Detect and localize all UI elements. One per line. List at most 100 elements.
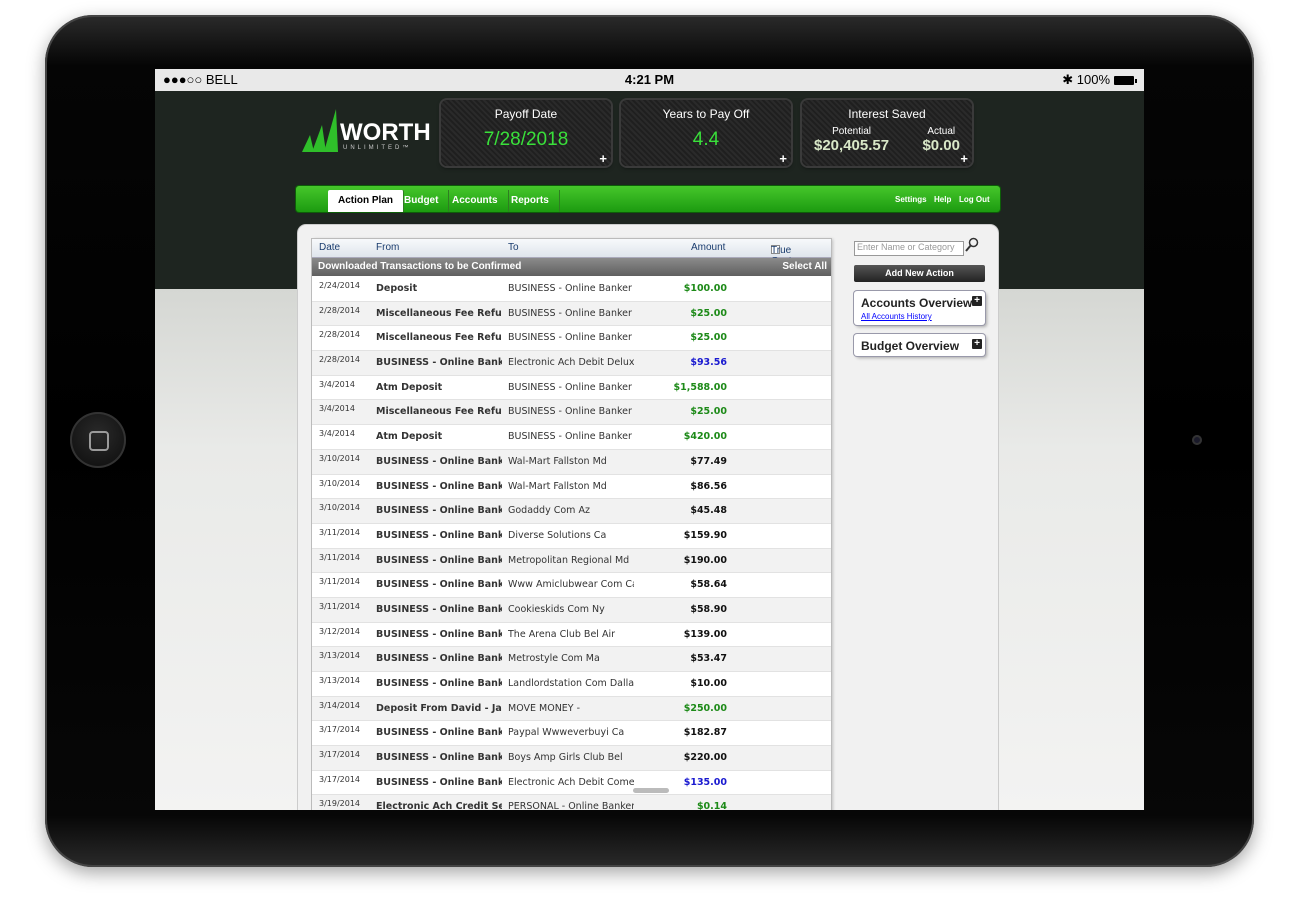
settings-link[interactable]: Settings <box>895 195 927 204</box>
row-from: BUSINESS - Online Banker <box>376 653 502 665</box>
row-amount: $58.64 <box>690 579 727 591</box>
scroll-indicator[interactable] <box>633 788 669 793</box>
row-from: BUSINESS - Online Banker <box>376 678 502 689</box>
home-button[interactable] <box>70 412 126 468</box>
logo-mark-icon <box>302 109 338 152</box>
row-from: BUSINESS - Online Banker <box>376 752 502 764</box>
logout-link[interactable]: Log Out <box>959 195 990 204</box>
actual-label: Actual <box>927 126 956 137</box>
row-date: 3/11/2014 <box>319 577 361 587</box>
search-input[interactable]: Enter Name or Category <box>854 241 964 256</box>
row-date: 3/17/2014 <box>319 774 361 784</box>
row-date: 3/11/2014 <box>319 552 361 562</box>
row-from: BUSINESS - Online Banker <box>376 603 502 615</box>
row-date: 3/12/2014 <box>319 626 361 636</box>
worth-logo[interactable]: WORTH UNLIMITED™ <box>300 107 440 157</box>
bluetooth-icon: ✱ <box>1062 72 1077 87</box>
table-row[interactable]: 3/10/2014 BUSINESS - Online Banker Wal-Mar… <box>312 475 831 500</box>
camera-icon <box>1192 435 1202 445</box>
table-row[interactable]: 3/4/2014 Atm Deposit BUSINESS - Online Ban… <box>312 376 831 401</box>
table-row[interactable]: 3/12/2014 BUSINESS - Online Banker The Are… <box>312 623 831 648</box>
actual-block: Actual $0.00 <box>922 126 960 154</box>
row-amount: $0.14 <box>696 801 727 810</box>
row-to: Landlordstation Com Dallas <box>508 678 634 689</box>
header-to[interactable]: To <box>508 242 519 253</box>
table-row[interactable]: 3/4/2014 Atm Deposit BUSINESS - Online Ban… <box>312 425 831 450</box>
row-to: Electronic Ach Debit Comen <box>508 776 634 788</box>
row-date: 2/28/2014 <box>319 305 361 315</box>
table-row[interactable]: 3/19/2014 Electronic Ach Credit Serv PERSO… <box>312 795 831 810</box>
row-amount: $10.00 <box>690 678 727 689</box>
accounts-overview-title: Accounts Overview <box>861 296 973 310</box>
row-from: Deposit From David - Jan <box>376 702 502 714</box>
table-row[interactable]: 3/10/2014 BUSINESS - Online Banker Godaddy… <box>312 499 831 524</box>
expand-plus-icon[interactable]: + <box>779 151 787 166</box>
row-amount: $1,588.00 <box>673 381 728 393</box>
interest-saved-card[interactable]: Interest Saved Potential $20,405.57 Actu… <box>802 100 972 166</box>
header-amount[interactable]: Amount <box>691 242 725 253</box>
row-date: 3/10/2014 <box>319 503 361 513</box>
table-row[interactable]: 3/17/2014 BUSINESS - Online Banker Electro… <box>312 771 831 796</box>
stat-title: Payoff Date <box>494 107 558 121</box>
help-link[interactable]: Help <box>934 195 951 204</box>
table-row[interactable]: 2/28/2014 Miscellaneous Fee Refund BUSINES… <box>312 301 831 327</box>
expand-plus-icon[interactable]: + <box>599 151 607 166</box>
stat-value: 7/28/2018 <box>483 129 569 150</box>
tab-accounts[interactable]: Accounts <box>442 190 509 212</box>
table-row[interactable]: 3/10/2014 BUSINESS - Online Banker Wal-Mar… <box>312 449 831 475</box>
row-to: Diverse Solutions Ca <box>508 529 607 541</box>
table-row[interactable]: 3/11/2014 BUSINESS - Online Banker Www Ami… <box>312 573 831 598</box>
payoff-date-card[interactable]: Payoff Date 7/28/2018 + <box>441 100 611 166</box>
table-row[interactable]: 3/17/2014 BUSINESS - Online Banker Boys Am… <box>312 746 831 771</box>
row-from: BUSINESS - Online Banker <box>376 505 502 517</box>
expand-plus-icon[interactable]: + <box>972 339 982 349</box>
potential-label: Potential <box>832 126 871 137</box>
row-from: BUSINESS - Online Banker <box>376 529 502 541</box>
row-amount: $182.87 <box>683 727 727 739</box>
row-to: BUSINESS - Online Banker <box>508 381 632 393</box>
accounts-overview-box[interactable]: Accounts Overview + All Accounts History <box>854 291 985 325</box>
budget-overview-box[interactable]: Budget Overview + <box>854 334 985 356</box>
row-to: Cookieskids Com Ny <box>508 603 605 615</box>
tab-action-plan[interactable]: Action Plan <box>328 190 405 212</box>
row-amount: $135.00 <box>683 776 727 788</box>
add-new-action-button[interactable]: Add New Action <box>854 265 985 282</box>
years-to-payoff-card[interactable]: Years to Pay Off 4.4 + <box>621 100 791 166</box>
group-title: Downloaded Transactions to be Confirmed <box>318 261 522 272</box>
row-from: BUSINESS - Online Banker <box>376 455 502 467</box>
select-all-link[interactable]: Select All <box>782 261 827 272</box>
row-date: 3/10/2014 <box>319 453 361 463</box>
table-row[interactable]: 2/24/2014 Deposit BUSINESS - Online Banker… <box>312 277 831 302</box>
row-amount: $25.00 <box>690 307 727 319</box>
table-row[interactable]: 2/28/2014 BUSINESS - Online Banker Electro… <box>312 351 831 376</box>
row-from: BUSINESS - Online Banker <box>376 727 502 739</box>
row-date: 3/11/2014 <box>319 601 361 611</box>
tab-reports[interactable]: Reports <box>501 190 560 212</box>
row-from: Miscellaneous Fee Refund <box>376 307 502 319</box>
row-to: Electronic Ach Debit Deluxe <box>508 357 634 369</box>
table-header: Date From To Amount True Cost <box>312 239 831 267</box>
search-icon[interactable] <box>965 237 979 253</box>
table-row[interactable]: 3/17/2014 BUSINESS - Online Banker Paypal … <box>312 721 831 747</box>
table-row[interactable]: 3/4/2014 Miscellaneous Fee Refund BUSINESS… <box>312 400 831 426</box>
app-screen: ●●●○○ BELL 4:21 PM ✱ 100% WORTH UNLIMITE… <box>155 69 1144 810</box>
header-from[interactable]: From <box>376 242 399 253</box>
expand-plus-icon[interactable]: + <box>960 151 968 166</box>
table-row[interactable]: 3/13/2014 BUSINESS - Online Banker Landlor… <box>312 672 831 697</box>
table-row[interactable]: 3/11/2014 BUSINESS - Online Banker Cookies… <box>312 597 831 623</box>
table-row[interactable]: 3/14/2014 Deposit From David - Jan MOVE MO… <box>312 696 831 722</box>
table-row[interactable]: 3/13/2014 BUSINESS - Online Banker Metrost… <box>312 647 831 672</box>
row-date: 3/17/2014 <box>319 750 361 760</box>
row-to: Godaddy Com Az <box>508 505 590 517</box>
accounts-history-link[interactable]: All Accounts History <box>861 312 932 321</box>
row-from: BUSINESS - Online Banker <box>376 579 502 591</box>
home-square-icon <box>89 431 109 451</box>
table-row[interactable]: 3/11/2014 BUSINESS - Online Banker Diverse… <box>312 524 831 549</box>
expand-plus-icon[interactable]: + <box>972 296 982 306</box>
header-date[interactable]: Date <box>319 242 340 253</box>
row-amount: $77.49 <box>690 455 727 467</box>
table-row[interactable]: 2/28/2014 Miscellaneous Fee Refund BUSINES… <box>312 326 831 352</box>
table-row[interactable]: 3/11/2014 BUSINESS - Online Banker Metropo… <box>312 548 831 574</box>
row-amount: $25.00 <box>690 406 727 418</box>
battery-percent: 100% <box>1076 72 1110 87</box>
